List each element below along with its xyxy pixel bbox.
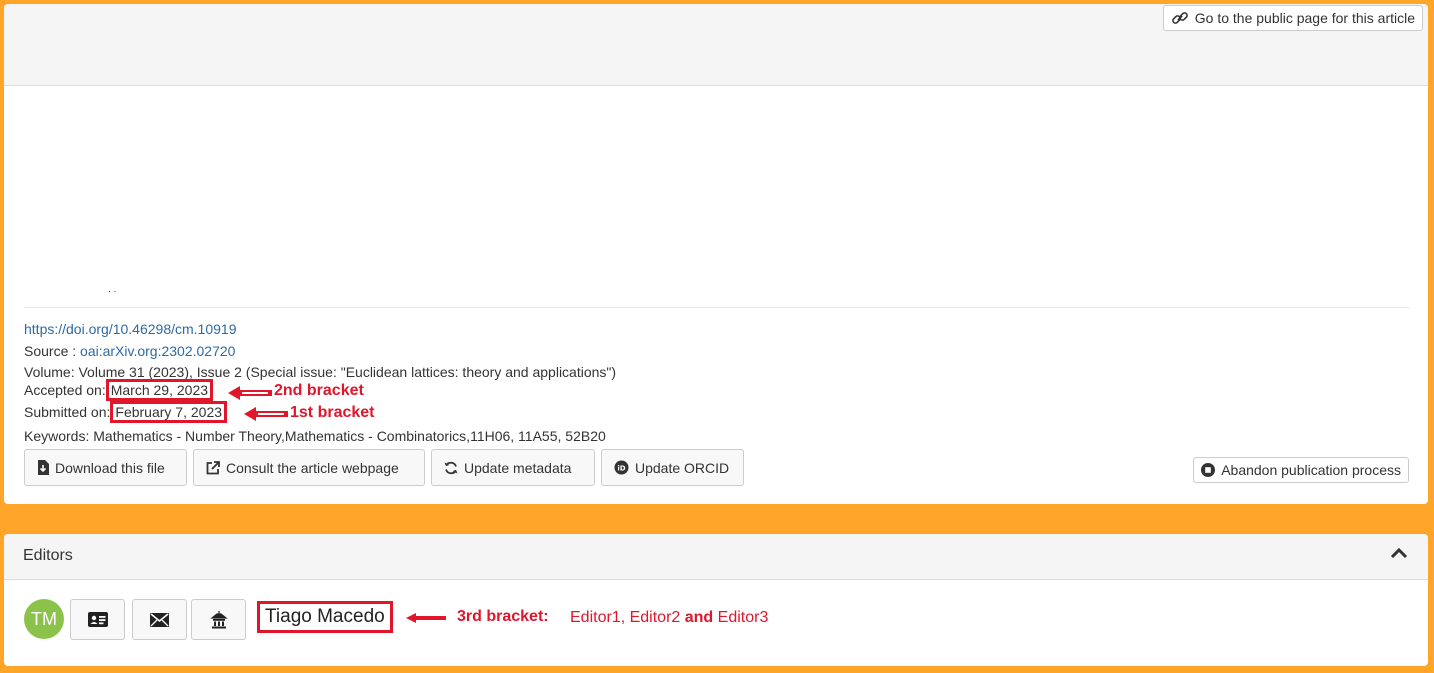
orcid-icon: iD	[614, 460, 629, 475]
external-link-icon	[206, 460, 220, 474]
download-file-button[interactable]: Download this file	[24, 449, 187, 486]
email-editor-button[interactable]	[132, 599, 187, 640]
annotation-3rd-bracket-label: 3rd bracket	[457, 608, 544, 625]
doi-link[interactable]: https://doi.org/10.46298/cm.10919	[24, 321, 236, 337]
abandon-publication-button[interactable]: Abandon publication process	[1193, 457, 1409, 483]
annotation-editor-list: Editor1, Editor2 and Editor3	[570, 609, 768, 627]
annotation-1st-bracket: 1st bracket	[290, 404, 375, 421]
editors-panel-header[interactable]: Editors	[4, 534, 1428, 580]
id-card-icon	[87, 612, 108, 627]
article-panel-header: Go to the public page for this article	[4, 4, 1428, 86]
download-file-label: Download this file	[55, 459, 165, 476]
source-label: Source :	[24, 343, 77, 359]
article-panel: Go to the public page for this article .…	[4, 4, 1428, 504]
keywords-line: Keywords: Mathematics - Number Theory,Ma…	[24, 428, 606, 444]
abstract-crop-text: . .	[108, 284, 117, 295]
avatar: TM	[24, 599, 64, 639]
abandon-publication-label: Abandon publication process	[1221, 462, 1401, 478]
doi-line: https://doi.org/10.46298/cm.10919	[24, 321, 236, 337]
update-orcid-label: Update ORCID	[635, 459, 730, 476]
update-orcid-button[interactable]: iD Update ORCID	[601, 449, 744, 486]
public-page-button[interactable]: Go to the public page for this article	[1162, 5, 1423, 31]
volume-line: Volume: Volume 31 (2023), Issue 2 (Speci…	[24, 364, 617, 380]
chevron-up-icon[interactable]	[1390, 546, 1408, 560]
annotation-2nd-bracket: 2nd bracket	[274, 382, 364, 399]
annotation-3rd-bracket: 3rd bracket:	[457, 608, 549, 626]
stop-icon	[1201, 463, 1216, 477]
editors-title: Editors	[23, 547, 73, 564]
editor-institution-button[interactable]	[191, 599, 246, 640]
file-download-icon	[38, 460, 49, 475]
annotation-editor2: Editor2	[629, 609, 681, 626]
arrow-left-icon	[244, 407, 288, 421]
annotation-editor3: Editor3	[717, 609, 769, 626]
arrow-left-icon	[228, 386, 272, 400]
annotation-editor1: Editor1,	[570, 609, 626, 626]
annotation-colon: :	[543, 608, 549, 625]
accepted-date: March 29, 2023	[105, 379, 214, 401]
annotation-and: and	[684, 609, 714, 626]
link-icon	[1171, 12, 1188, 24]
accepted-label: Accepted on:	[24, 382, 106, 398]
envelope-icon	[150, 612, 169, 627]
public-page-label: Go to the public page for this article	[1194, 10, 1415, 26]
update-metadata-label: Update metadata	[464, 459, 572, 476]
submitted-line: Submitted on: February 7, 2023	[24, 401, 228, 423]
editor-name[interactable]: Tiago Macedo	[257, 601, 393, 633]
refresh-icon	[444, 461, 458, 474]
source-link[interactable]: oai:arXiv.org:2302.02720	[80, 343, 235, 359]
consult-webpage-label: Consult the article webpage	[226, 459, 399, 476]
submitted-date: February 7, 2023	[110, 401, 228, 423]
accepted-line: Accepted on: March 29, 2023	[24, 379, 214, 401]
institution-icon	[209, 610, 228, 628]
arrow-left-icon	[406, 613, 446, 623]
editors-panel: Editors TM Tiago Macedo 3rd bracket: Edi…	[4, 534, 1428, 666]
source-line: Source : oai:arXiv.org:2302.02720	[24, 343, 235, 359]
divider	[24, 307, 1409, 308]
editor-profile-button[interactable]	[70, 599, 125, 640]
submitted-label: Submitted on:	[24, 404, 111, 420]
consult-webpage-button[interactable]: Consult the article webpage	[193, 449, 425, 486]
update-metadata-button[interactable]: Update metadata	[431, 449, 595, 486]
svg-text:iD: iD	[617, 465, 625, 473]
